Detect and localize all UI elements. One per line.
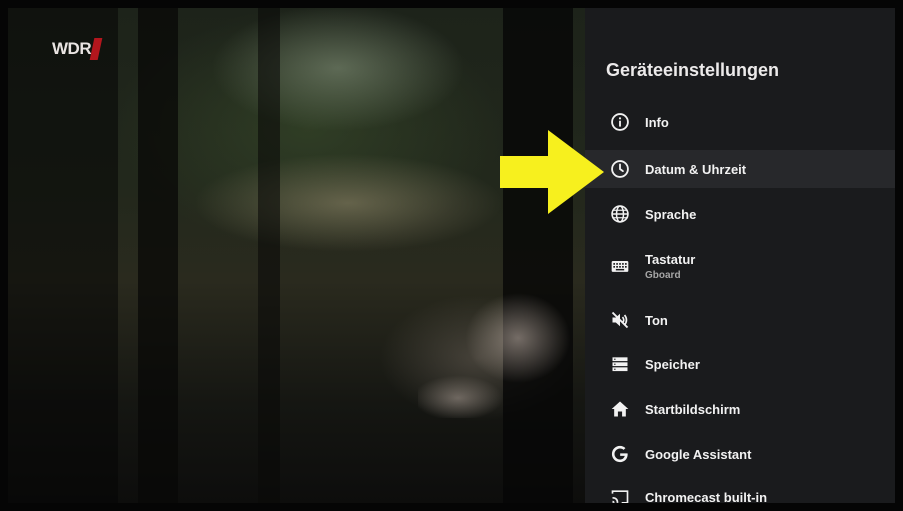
tv-display: WDR Geräteeinstellungen Info Datum & Uhr…	[8, 8, 895, 503]
tv-screen: WDR Geräteeinstellungen Info Datum & Uhr…	[0, 0, 903, 511]
menu-item-label: Info	[645, 114, 669, 130]
menu-item-label: Tastatur	[645, 251, 696, 267]
menu-item-ton[interactable]: Ton	[585, 306, 895, 334]
panel-title: Geräteeinstellungen	[606, 60, 780, 80]
menu-item-label: Ton	[645, 312, 668, 328]
menu-item-label: Sprache	[645, 206, 697, 222]
menu-item-tastatur[interactable]: Tastatur Gboard	[585, 248, 895, 284]
channel-logo: WDR	[52, 38, 103, 60]
menu-item-sublabel: Gboard	[645, 269, 681, 281]
keyboard-icon	[609, 255, 631, 277]
tree-trunk	[258, 8, 280, 503]
dog-figure	[418, 248, 588, 418]
menu-item-chromecast[interactable]: Chromecast built-in	[585, 485, 895, 503]
menu-item-label: Chromecast built-in	[645, 489, 768, 504]
menu-item-label: Speicher	[645, 356, 700, 372]
menu-item-datum-uhrzeit[interactable]: Datum & Uhrzeit	[585, 150, 895, 188]
storage-icon	[609, 353, 631, 375]
menu-item-label: Google Assistant	[645, 446, 752, 462]
menu-item-info[interactable]: Info	[585, 108, 895, 136]
yellow-arrow-icon	[500, 130, 604, 214]
menu-item-label: Startbildschirm	[645, 401, 741, 417]
menu-item-sprache[interactable]: Sprache	[585, 200, 895, 228]
menu-item-google-assistant[interactable]: Google Assistant	[585, 440, 895, 468]
settings-panel: Geräteeinstellungen Info Datum & Uhrzeit…	[585, 8, 895, 503]
channel-logo-text: WDR	[52, 39, 92, 58]
google-g-icon	[609, 443, 631, 465]
menu-item-speicher[interactable]: Speicher	[585, 350, 895, 378]
tree-trunk	[138, 8, 178, 503]
menu-item-label: Datum & Uhrzeit	[645, 161, 747, 177]
home-icon	[609, 398, 631, 420]
sound-muted-icon	[609, 309, 631, 331]
tree-shadow	[8, 8, 118, 503]
clock-icon	[609, 158, 631, 180]
globe-icon	[609, 203, 631, 225]
cast-icon	[609, 486, 631, 503]
info-icon	[609, 111, 631, 133]
menu-item-startbildschirm[interactable]: Startbildschirm	[585, 395, 895, 423]
